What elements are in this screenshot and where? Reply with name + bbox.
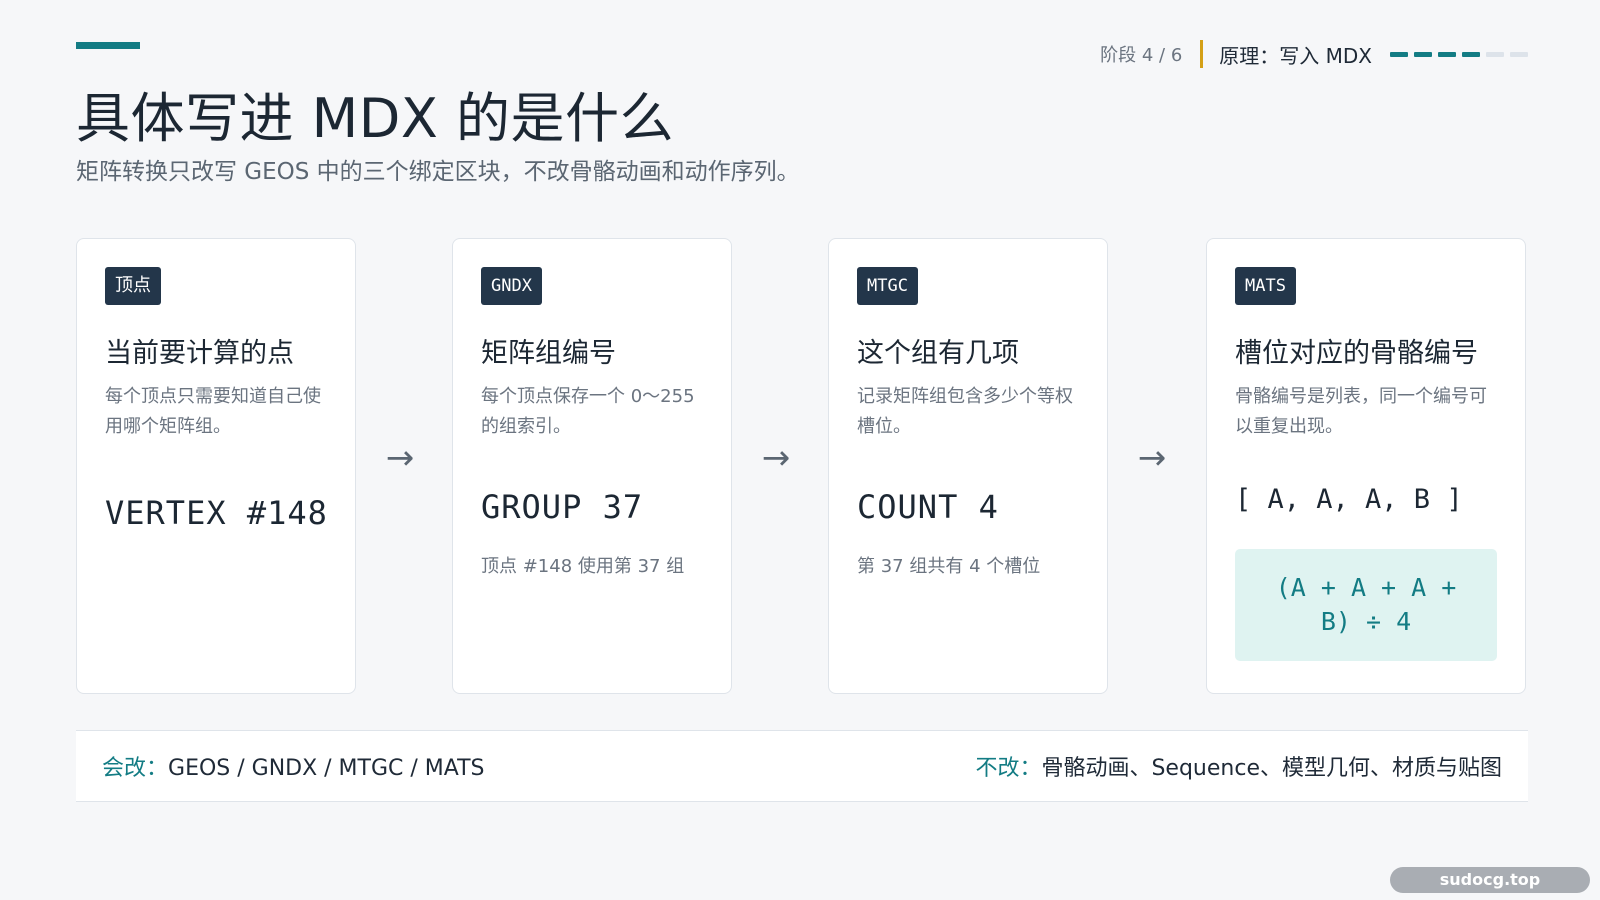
- card-tag: MATS: [1235, 267, 1296, 305]
- stage-divider: [1200, 40, 1204, 68]
- accent-bar: [76, 42, 140, 49]
- card-value: COUNT 4: [857, 488, 999, 526]
- arrow-right-icon: →: [761, 438, 791, 478]
- card-description: 每个顶点保存一个 0～255 的组索引。: [481, 386, 695, 437]
- changed-summary: 会改：GEOS / GNDX / MTGC / MATS: [102, 750, 485, 782]
- progress-dash: [1486, 51, 1504, 57]
- card-description: 骨骼编号是列表，同一个编号可以重复出现。: [1235, 386, 1487, 437]
- card-gndx: GNDX 矩阵组编号 每个顶点保存一个 0～255 的组索引。 GROUP 37…: [452, 238, 732, 694]
- card-description: 每个顶点只需要知道自己使用哪个矩阵组。: [105, 386, 321, 437]
- card-title: 矩阵组编号: [481, 338, 616, 369]
- card-tag: GNDX: [481, 267, 542, 305]
- watermark[interactable]: sudocg.top: [1390, 867, 1590, 893]
- card-note: 顶点 #148 使用第 37 组: [481, 556, 685, 577]
- progress-dash: [1390, 51, 1408, 57]
- card-title: 槽位对应的骨骼编号: [1235, 338, 1478, 369]
- formula-line: (A + A + A +: [1275, 573, 1457, 602]
- unchanged-summary: 不改：骨骼动画、Sequence、模型几何、材质与贴图: [975, 750, 1502, 782]
- stage-name: 原理：写入 MDX: [1219, 43, 1372, 68]
- card-mtgc: MTGC 这个组有几项 记录矩阵组包含多少个等权槽位。 COUNT 4 第 37…: [828, 238, 1108, 694]
- progress-dash: [1510, 51, 1528, 57]
- card-tag: MTGC: [857, 267, 918, 305]
- progress-dash: [1462, 51, 1480, 57]
- changed-label: 会改：: [102, 756, 169, 781]
- page-title: 具体写进 MDX 的是什么: [76, 87, 674, 150]
- progress-dash: [1414, 51, 1432, 57]
- card-tag: 顶点: [105, 267, 161, 305]
- card-note: 第 37 组共有 4 个槽位: [857, 556, 1041, 577]
- card-value: GROUP 37: [481, 488, 644, 526]
- card-title: 这个组有几项: [857, 338, 1019, 369]
- card-value: [ A, A, A, B ]: [1235, 484, 1463, 515]
- card-vertex: 顶点 当前要计算的点 每个顶点只需要知道自己使用哪个矩阵组。 VERTEX #1…: [76, 238, 356, 694]
- stage-progress: 阶段 4 / 6 原理：写入 MDX: [1100, 40, 1528, 68]
- arrow-right-icon: →: [385, 438, 415, 478]
- changed-text: GEOS / GNDX / MTGC / MATS: [168, 756, 485, 781]
- stage-counter: 阶段 4 / 6: [1100, 45, 1183, 66]
- progress-dashes: [1390, 51, 1528, 57]
- progress-dash: [1438, 51, 1456, 57]
- flow-cards: 顶点 当前要计算的点 每个顶点只需要知道自己使用哪个矩阵组。 VERTEX #1…: [76, 238, 1526, 694]
- formula-line: B) ÷ 4: [1320, 607, 1412, 636]
- card-description: 记录矩阵组包含多少个等权槽位。: [857, 386, 1073, 437]
- unchanged-label: 不改：: [975, 756, 1042, 781]
- card-value: VERTEX #148: [105, 494, 328, 532]
- formula-box: (A + A + A + B) ÷ 4: [1235, 549, 1497, 661]
- card-mats: MATS 槽位对应的骨骼编号 骨骼编号是列表，同一个编号可以重复出现。 [ A,…: [1206, 238, 1526, 694]
- page-subtitle: 矩阵转换只改写 GEOS 中的三个绑定区块，不改骨骼动画和动作序列。: [76, 159, 800, 185]
- arrow-right-icon: →: [1137, 438, 1167, 478]
- card-title: 当前要计算的点: [105, 338, 294, 369]
- unchanged-text: 骨骼动画、Sequence、模型几何、材质与贴图: [1041, 756, 1502, 781]
- summary-footer: 会改：GEOS / GNDX / MTGC / MATS 不改：骨骼动画、Seq…: [76, 730, 1528, 802]
